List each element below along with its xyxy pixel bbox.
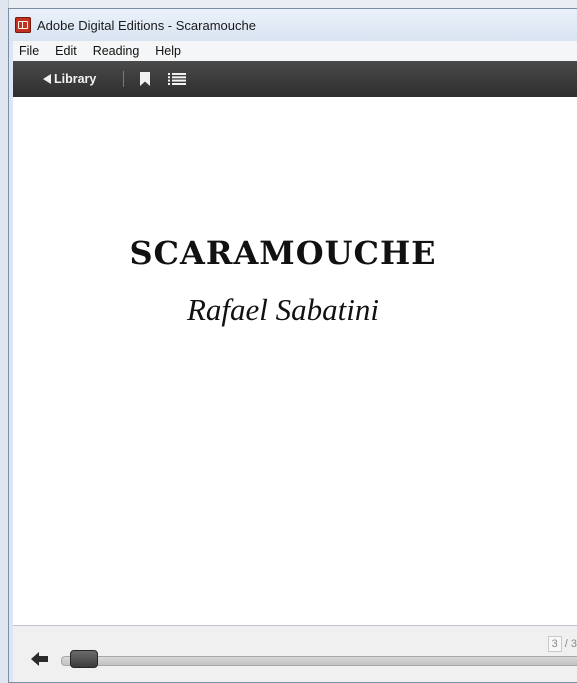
total-pages: / 3 [564, 638, 577, 650]
book-author: Rafael Sabatini [186, 292, 379, 327]
app-window: Adobe Digital Editions - Scaramouche Fil… [8, 8, 577, 683]
menu-file[interactable]: File [13, 41, 45, 61]
book-title: SCARAMOUCHE [129, 234, 437, 272]
page-slider-thumb[interactable] [70, 650, 98, 668]
menu-help[interactable]: Help [149, 41, 187, 61]
library-label: Library [54, 72, 97, 86]
current-page-field[interactable]: 3 [547, 636, 562, 652]
adobe-digital-editions-icon [15, 17, 31, 33]
window-title: Adobe Digital Editions - Scaramouche [37, 17, 256, 33]
reader-toolbar: Library [13, 61, 577, 98]
page-indicator: 3 / 3 [547, 636, 577, 652]
navigation-bar: 3 / 3 [13, 626, 577, 682]
title-bar[interactable]: Adobe Digital Editions - Scaramouche [9, 9, 577, 41]
toolbar-divider [123, 71, 125, 87]
chevron-left-icon [43, 74, 51, 84]
bookmark-icon[interactable] [140, 72, 151, 86]
menu-edit[interactable]: Edit [49, 41, 83, 61]
library-button[interactable]: Library [43, 72, 96, 86]
menu-reading[interactable]: Reading [87, 41, 146, 61]
page-slider-track[interactable] [61, 656, 577, 666]
menu-bar: File Edit Reading Help [13, 41, 577, 62]
back-arrow-icon[interactable] [31, 651, 49, 667]
book-page[interactable]: SCARAMOUCHE Rafael Sabatini [13, 97, 577, 626]
table-of-contents-icon[interactable] [168, 73, 187, 85]
